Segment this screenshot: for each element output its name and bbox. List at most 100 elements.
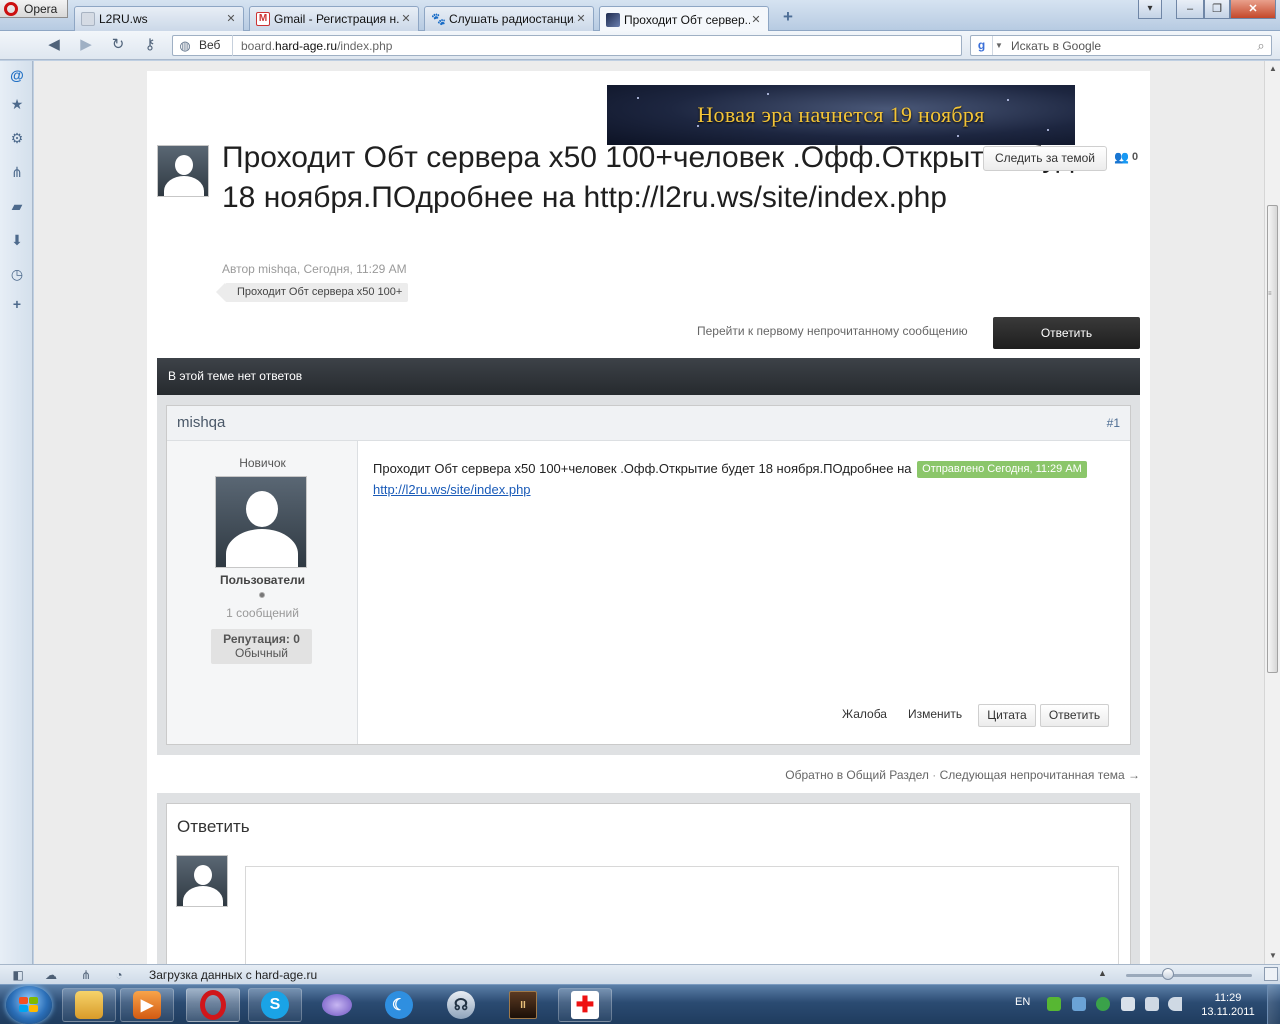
tab-label: Gmail - Регистрация н... <box>274 12 400 26</box>
close-window-icon[interactable]: ✕ <box>1230 0 1276 19</box>
zoom-slider[interactable] <box>1126 974 1252 977</box>
report-link[interactable]: Жалоба <box>842 704 887 727</box>
forum-page: Новая эра начнется 19 ноября Проходит Об… <box>147 71 1150 964</box>
close-tab-icon[interactable]: ✕ <box>575 13 587 25</box>
reply-editor-textarea[interactable] <box>245 866 1119 964</box>
author-avatar[interactable] <box>215 476 307 568</box>
scroll-up-icon[interactable]: ▲ <box>1265 61 1280 77</box>
follower-count[interactable]: 👥 0 <box>1114 150 1138 164</box>
zoom-slider-knob[interactable] <box>1162 968 1174 980</box>
notes-icon[interactable]: ▰ <box>8 197 26 215</box>
address-scheme-label: Веб <box>199 35 233 56</box>
url-path: /index.php <box>337 38 393 53</box>
page-scrollbar[interactable]: ▲ ≡ ▼ <box>1264 61 1280 964</box>
search-icon[interactable]: ⌕ <box>1251 38 1271 54</box>
forward-arrow-icon[interactable]: ▶ <box>76 36 96 54</box>
zoom-options-icon[interactable] <box>1264 967 1278 981</box>
reputation-level: Обычный <box>234 646 289 660</box>
taskbar-explorer[interactable] <box>62 988 116 1022</box>
tab-l2ru[interactable]: L2RU.ws ✕ <box>74 6 244 31</box>
status-text: Загрузка данных с hard-age.ru <box>149 968 318 982</box>
opera-logo-icon <box>4 1 18 16</box>
start-button[interactable] <box>6 986 52 1024</box>
bookmarks-star-icon[interactable]: ★ <box>8 95 26 113</box>
post-number-link[interactable]: #1 <box>1107 416 1120 430</box>
tray-volume-icon[interactable] <box>1168 997 1182 1011</box>
minimize-icon[interactable]: – <box>1176 0 1204 19</box>
reload-icon[interactable]: ↻ <box>108 36 128 54</box>
tab-radio[interactable]: 🐾 Слушать радиостанци... ✕ <box>424 6 594 31</box>
tab-list-icon[interactable]: ▾ <box>1138 0 1162 19</box>
paw-icon: 🐾 <box>431 12 446 26</box>
google-icon[interactable]: g <box>971 36 993 55</box>
tray-check-icon[interactable] <box>1096 997 1110 1011</box>
lineage-icon: II <box>509 991 537 1019</box>
event-banner[interactable]: Новая эра начнется 19 ноября <box>607 85 1075 145</box>
show-desktop-button[interactable] <box>1267 985 1280 1024</box>
scrollbar-thumb[interactable] <box>1267 205 1278 673</box>
close-tab-icon[interactable]: ✕ <box>225 13 237 25</box>
view-options-icon[interactable]: ▲ <box>1098 968 1107 978</box>
post-author-link[interactable]: mishqa <box>177 414 225 431</box>
reply-button[interactable]: Ответить <box>993 317 1140 349</box>
topic-tag[interactable]: Проходит Обт сервера x50 100+ <box>215 283 409 302</box>
tray-network-monitor-icon[interactable] <box>1072 997 1086 1011</box>
taskbar-qip[interactable]: ☾ <box>372 988 426 1022</box>
media-player-icon: ▶ <box>133 991 161 1019</box>
taskbar-messenger[interactable] <box>310 988 364 1022</box>
first-unread-link[interactable]: Перейти к первому непрочитанному сообщен… <box>697 324 968 338</box>
mail-icon[interactable]: @ <box>8 66 26 84</box>
share-icon[interactable]: ⋔ <box>8 163 26 181</box>
settings-gear-icon[interactable]: ⚙ <box>8 129 26 147</box>
next-unread-topic-link[interactable]: Следующая непрочитанная тема → <box>940 768 1140 782</box>
add-panel-icon[interactable]: + <box>8 295 26 313</box>
unite-icon[interactable]: ⋔ <box>78 967 94 983</box>
tray-chat-icon[interactable] <box>1047 997 1061 1011</box>
opera-menu-button[interactable]: Opera <box>0 0 68 18</box>
restore-icon[interactable]: ❐ <box>1204 0 1230 19</box>
back-to-forum-link[interactable]: Обратно в Общий Раздел <box>785 768 929 782</box>
search-box[interactable]: g ▼ Искать в Google ⌕ <box>970 35 1272 56</box>
quote-button[interactable]: Цитата <box>978 704 1036 727</box>
address-url[interactable]: board.hard-age.ru/index.php <box>233 39 392 53</box>
edit-link[interactable]: Изменить <box>908 704 962 727</box>
tab-gmail[interactable]: M Gmail - Регистрация н... ✕ <box>249 6 419 31</box>
taskbar-media-player[interactable]: ▶ <box>120 988 174 1022</box>
taskbar-headset-app[interactable]: ☊ <box>434 988 488 1022</box>
taskbar-clock[interactable]: 11:29 13.11.2011 <box>1198 991 1258 1019</box>
post-reply-button[interactable]: Ответить <box>1040 704 1109 727</box>
opera-menu-label: Opera <box>24 1 58 16</box>
address-bar[interactable]: ◍ Веб board.hard-age.ru/index.php <box>172 35 962 56</box>
sent-time-badge: Отправлено Сегодня, 11:29 AM <box>917 461 1087 478</box>
close-tab-icon[interactable]: ✕ <box>750 14 762 26</box>
status-bar: ◧ ☁ ⋔ ◔ Загрузка данных с hard-age.ru ▲ <box>0 964 1280 984</box>
banner-text: Новая эра начнется 19 ноября <box>697 102 985 127</box>
history-clock-icon[interactable]: ◷ <box>8 265 26 283</box>
search-input[interactable]: Искать в Google <box>1005 39 1251 53</box>
scroll-down-icon[interactable]: ▼ <box>1265 948 1280 964</box>
skype-icon: S <box>261 991 289 1019</box>
post-link[interactable]: http://l2ru.ws/site/index.php <box>373 482 531 497</box>
taskbar-lineage[interactable]: II <box>496 988 550 1022</box>
close-tab-icon[interactable]: ✕ <box>400 13 412 25</box>
taskbar-antivirus[interactable]: ✚ <box>558 988 612 1022</box>
back-arrow-icon[interactable]: ◀ <box>44 36 64 54</box>
author-group: Пользователи <box>219 573 306 587</box>
key-icon[interactable]: ⚷ <box>140 36 160 54</box>
tab-forum-active[interactable]: Проходит Обт сервер... ✕ <box>599 6 769 32</box>
taskbar-skype[interactable]: S <box>248 988 302 1022</box>
new-tab-button[interactable]: + <box>778 8 798 26</box>
tray-flag-icon[interactable] <box>1121 997 1135 1011</box>
cloud-icon[interactable]: ☁ <box>43 967 59 983</box>
panel-toggle-icon[interactable]: ◧ <box>10 967 26 983</box>
follow-topic-button[interactable]: Следить за темой <box>983 146 1107 171</box>
tray-network-icon[interactable] <box>1145 997 1159 1011</box>
language-indicator[interactable]: EN <box>1015 996 1030 1008</box>
taskbar-opera[interactable] <box>186 988 240 1022</box>
opera-icon <box>200 990 226 1020</box>
chevron-down-icon[interactable]: ▼ <box>993 41 1005 50</box>
thread-container: mishqa #1 Новичок Пользователи 1 сообщен… <box>157 395 1140 755</box>
downloads-icon[interactable]: ⬇ <box>8 231 26 249</box>
topic-author-avatar[interactable] <box>157 145 209 197</box>
turbo-icon[interactable]: ◔ <box>111 967 127 983</box>
